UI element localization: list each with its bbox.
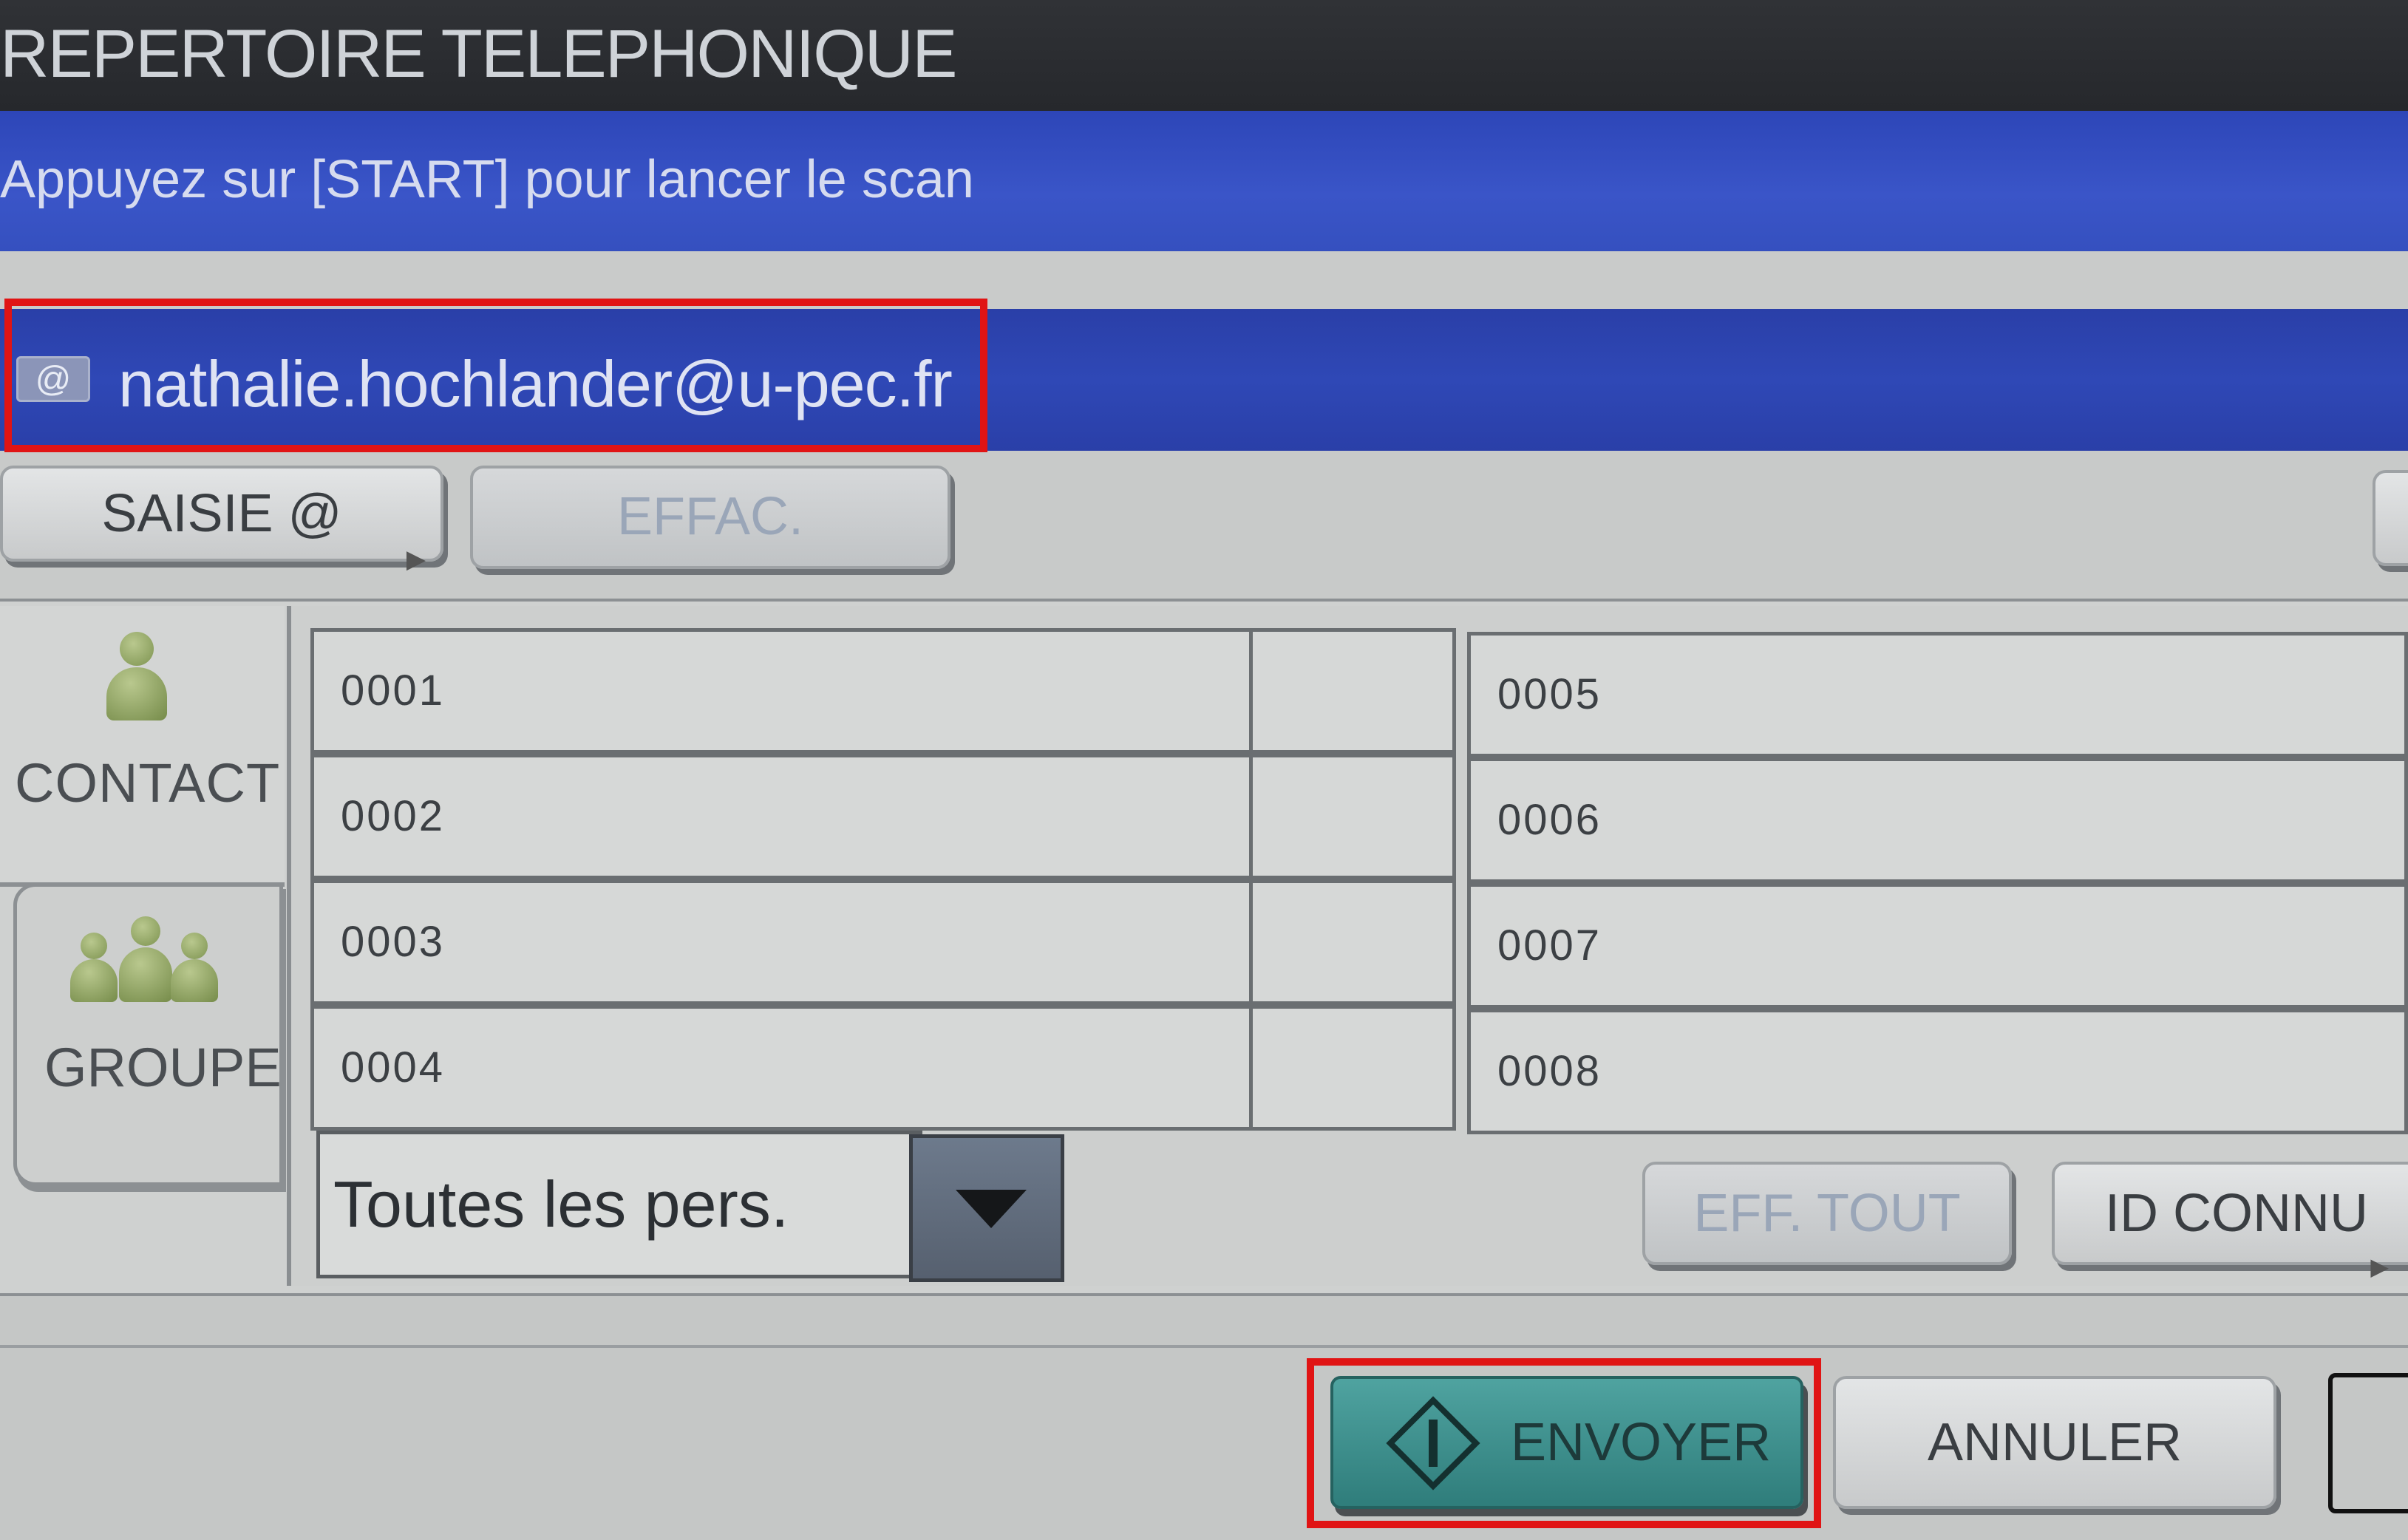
- page-title: REPERTOIRE TELEPHONIQUE: [0, 16, 957, 92]
- entry-0002-extra[interactable]: [1249, 754, 1456, 879]
- entry-0001[interactable]: 0001: [310, 628, 1253, 754]
- tab-groupe-label: GROUPE: [44, 1037, 282, 1098]
- entry-0001-extra[interactable]: [1249, 628, 1456, 754]
- contact-icon: [103, 632, 170, 720]
- id-connu-label: ID CONNU: [2105, 1184, 2368, 1243]
- chevron-down-icon: [956, 1190, 1027, 1228]
- side-button-stub[interactable]: [2373, 470, 2408, 566]
- entry-0004-extra[interactable]: [1249, 1005, 1456, 1131]
- group-icon: [70, 916, 218, 1005]
- entry-0002[interactable]: 0002: [310, 754, 1253, 879]
- tab-contact-label: CONTACT: [15, 752, 281, 814]
- annuler-button[interactable]: ANNULER: [1833, 1376, 2276, 1509]
- envoyer-highlight: [1307, 1358, 1821, 1528]
- entry-0004[interactable]: 0004: [310, 1005, 1253, 1131]
- saisie-email-button[interactable]: SAISIE @ ▶: [0, 466, 443, 573]
- eff-tout-button[interactable]: EFF. TOUT: [1642, 1162, 2012, 1265]
- side-button-stub-bottom[interactable]: [2328, 1373, 2408, 1513]
- recipient-highlight: [4, 299, 987, 452]
- id-connu-button[interactable]: ID CONNU ▶: [2052, 1162, 2408, 1280]
- play-arrow-icon: ▶: [406, 545, 426, 573]
- entry-0008[interactable]: 0008: [1467, 1009, 2408, 1134]
- divider: [0, 1345, 2408, 1348]
- entry-0007[interactable]: 0007: [1467, 883, 2408, 1009]
- entry-0003-extra[interactable]: [1249, 879, 1456, 1005]
- filter-select[interactable]: Toutes les pers.: [316, 1131, 922, 1278]
- entry-0005[interactable]: 0005: [1467, 632, 2408, 757]
- dropdown-button[interactable]: [909, 1134, 1064, 1282]
- entry-0003[interactable]: 0003: [310, 879, 1253, 1005]
- status-message: Appuyez sur [START] pour lancer le scan: [0, 150, 974, 209]
- saisie-email-label: SAISIE @: [101, 484, 342, 543]
- effac-button[interactable]: EFFAC.: [470, 466, 950, 569]
- entry-0006[interactable]: 0006: [1467, 757, 2408, 883]
